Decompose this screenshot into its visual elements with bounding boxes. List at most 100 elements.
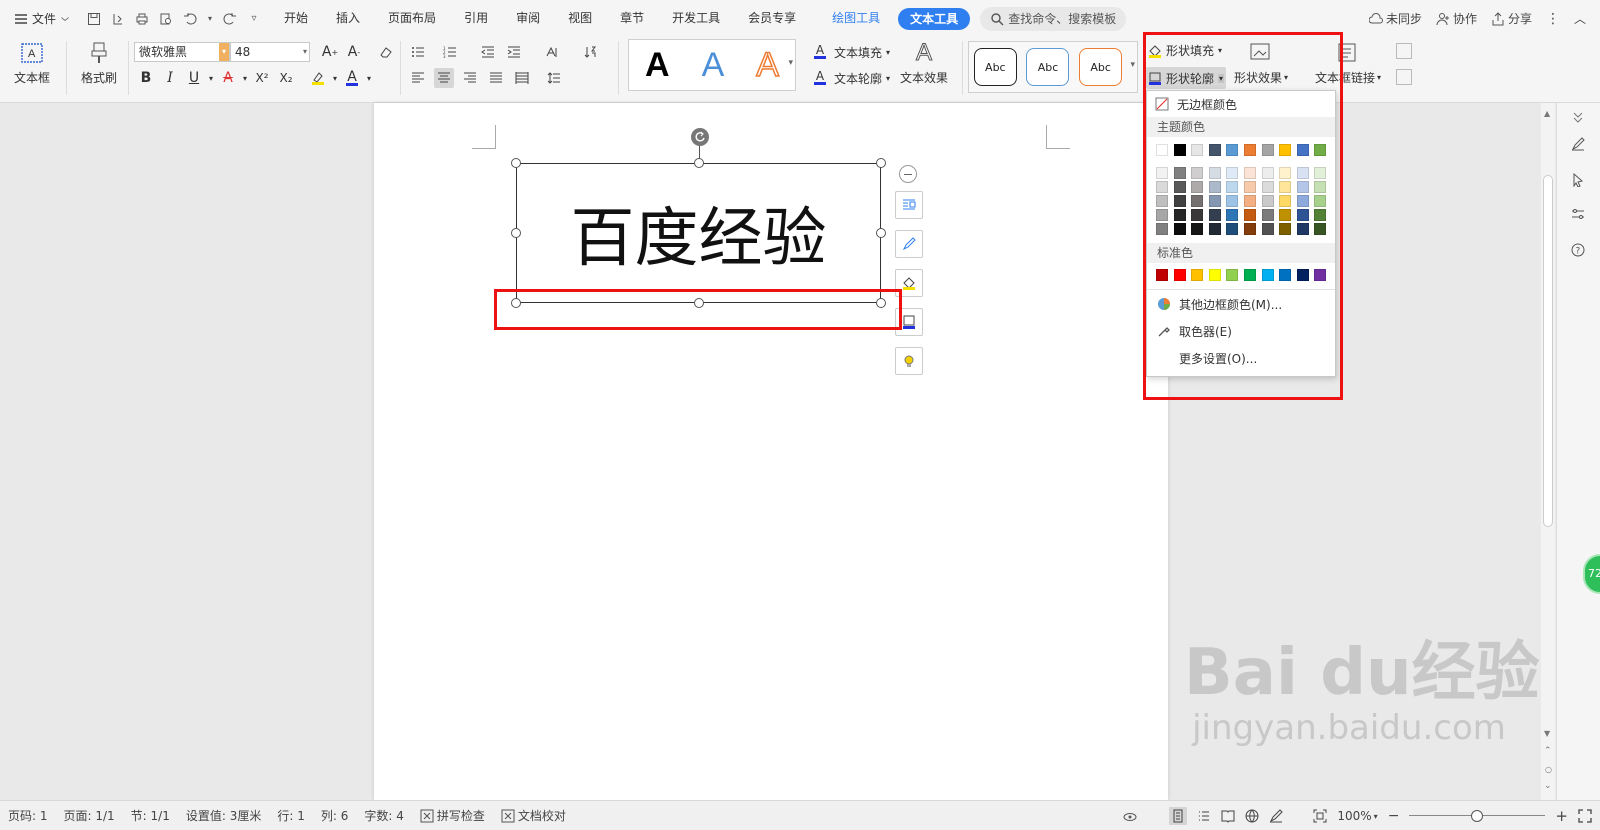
command-search-box[interactable]: 查找命令、搜索模板: [980, 6, 1127, 31]
settings-sliders-icon[interactable]: [1571, 207, 1585, 221]
zoom-level[interactable]: 100%: [1337, 809, 1371, 823]
text-fill-icon[interactable]: A: [810, 42, 830, 62]
text-direction-icon[interactable]: [542, 42, 562, 62]
text-fill-label[interactable]: 文本填充: [834, 44, 882, 61]
redo-icon[interactable]: [222, 11, 238, 27]
tab-page-layout[interactable]: 页面布局: [374, 0, 450, 37]
zoom-out-button[interactable]: −: [1388, 808, 1400, 824]
print-icon[interactable]: [134, 11, 150, 27]
highlight-icon[interactable]: [308, 68, 328, 88]
reading-view-icon[interactable]: [1221, 809, 1235, 823]
fullscreen-icon[interactable]: [1578, 809, 1592, 823]
zoom-slider[interactable]: [1409, 809, 1546, 823]
undo-dropdown-icon[interactable]: ▾: [206, 11, 214, 27]
page-view-button[interactable]: [1169, 806, 1188, 826]
shape-style-blue[interactable]: Abc: [1026, 48, 1070, 86]
font-color-button[interactable]: A: [342, 68, 362, 88]
italic-button[interactable]: I: [160, 68, 180, 88]
superscript-button[interactable]: X²: [252, 68, 272, 88]
textbox-button[interactable]: A 文本框: [10, 37, 54, 99]
undo-icon[interactable]: [182, 11, 198, 27]
text-effect-button[interactable]: A 文本效果: [894, 37, 954, 99]
print-preview-icon[interactable]: [158, 11, 174, 27]
eye-protection-icon[interactable]: [1123, 809, 1137, 823]
tab-references[interactable]: 引用: [450, 0, 502, 37]
chevron-down-icon[interactable]: ▾: [886, 74, 890, 83]
decrease-font-size-icon[interactable]: A-: [344, 42, 364, 62]
shape-style-orange[interactable]: Abc: [1079, 48, 1123, 86]
increase-font-size-icon[interactable]: A +: [320, 42, 340, 62]
tab-insert[interactable]: 插入: [322, 0, 374, 37]
resize-handle-top[interactable]: [694, 158, 704, 168]
scroll-up-arrow[interactable]: ▲: [1544, 109, 1550, 118]
green-badge[interactable]: 72: [1583, 554, 1600, 594]
more-options-icon[interactable]: ⋮: [1546, 11, 1560, 27]
zoom-slider-thumb[interactable]: [1471, 810, 1484, 822]
selected-textbox[interactable]: 百度经验: [516, 163, 881, 303]
increase-indent-icon[interactable]: [504, 42, 524, 62]
textbox-content[interactable]: 百度经验: [517, 164, 880, 302]
save-icon[interactable]: [86, 11, 102, 27]
collapse-ribbon-icon[interactable]: ︿: [1574, 10, 1586, 27]
pen-annotate-icon[interactable]: [1269, 809, 1284, 823]
tab-view[interactable]: 视图: [554, 0, 606, 37]
sync-status-button[interactable]: 未同步: [1368, 10, 1422, 27]
font-size-select[interactable]: 48 ▾: [230, 42, 310, 62]
smart-suggest-button[interactable]: [895, 347, 923, 375]
clear-format-icon[interactable]: [376, 42, 396, 62]
edit-icon[interactable]: [1571, 137, 1585, 151]
shape-style-black[interactable]: Abc: [973, 48, 1017, 86]
prev-page-icon[interactable]: ⌃: [1544, 746, 1552, 756]
text-outline-icon[interactable]: A: [810, 68, 830, 88]
tab-chapter[interactable]: 章节: [606, 0, 658, 37]
fit-page-icon[interactable]: [1313, 809, 1327, 823]
scroll-thumb[interactable]: [1543, 175, 1553, 527]
tab-developer[interactable]: 开发工具: [658, 0, 734, 37]
resize-handle-left[interactable]: [511, 228, 521, 238]
distributed-align-icon[interactable]: [512, 68, 532, 88]
strikethrough-button[interactable]: A: [218, 68, 238, 88]
tab-text-tools[interactable]: 文本工具: [898, 7, 971, 30]
decrease-indent-icon[interactable]: [478, 42, 498, 62]
web-view-icon[interactable]: [1245, 809, 1259, 823]
wordart-style-orange[interactable]: A: [756, 45, 780, 85]
page-browse-icon[interactable]: ○: [1545, 765, 1552, 774]
collapse-float-toolbar-icon[interactable]: [899, 165, 917, 183]
align-right-icon[interactable]: [460, 68, 480, 88]
collapse-pane-icon[interactable]: [1571, 110, 1585, 124]
vertical-scrollbar[interactable]: ▲ ▼ ⌃ ○ ⌄: [1541, 103, 1555, 800]
tab-home[interactable]: 开始: [270, 0, 322, 37]
share-button[interactable]: 分享: [1491, 10, 1532, 27]
align-center-icon[interactable]: [434, 68, 454, 88]
select-cursor-icon[interactable]: [1571, 173, 1585, 187]
subscript-button[interactable]: X₂: [276, 68, 296, 88]
numbered-list-icon[interactable]: 123: [440, 42, 460, 62]
align-left-icon[interactable]: [408, 68, 428, 88]
help-icon[interactable]: ?: [1571, 243, 1585, 257]
export-icon[interactable]: [110, 11, 126, 27]
tab-member[interactable]: 会员专享: [734, 0, 810, 37]
zoom-dropdown-icon[interactable]: ▾: [1374, 812, 1378, 821]
tab-drawing-tools[interactable]: 绘图工具: [818, 0, 894, 37]
bullet-list-icon[interactable]: [408, 42, 428, 62]
format-painter-button[interactable]: 格式刷: [76, 37, 122, 99]
layout-options-button[interactable]: [895, 191, 923, 219]
underline-button[interactable]: U: [184, 68, 204, 88]
tab-review[interactable]: 审阅: [502, 0, 554, 37]
chevron-down-icon[interactable]: ▾: [332, 68, 338, 88]
wordart-style-blue[interactable]: A: [702, 46, 725, 85]
chevron-down-icon[interactable]: ▾: [242, 68, 248, 88]
zoom-in-button[interactable]: +: [1555, 807, 1568, 825]
customize-toolbar-icon[interactable]: ▿: [246, 11, 262, 27]
chevron-down-icon[interactable]: ▾: [886, 48, 890, 57]
spell-check-button[interactable]: 拼写检查: [412, 807, 493, 824]
resize-handle-right[interactable]: [876, 228, 886, 238]
wordart-style-black[interactable]: A: [645, 46, 670, 85]
outline-view-icon[interactable]: [1197, 809, 1211, 823]
font-name-select[interactable]: 微软雅黑 ▾: [134, 42, 230, 62]
gallery-more-icon[interactable]: ▾: [1130, 60, 1135, 70]
scroll-down-arrow[interactable]: ▼: [1544, 729, 1550, 738]
resize-handle-top-right[interactable]: [876, 158, 886, 168]
pen-style-button[interactable]: [895, 230, 923, 258]
text-outline-label[interactable]: 文本轮廓: [834, 70, 882, 87]
